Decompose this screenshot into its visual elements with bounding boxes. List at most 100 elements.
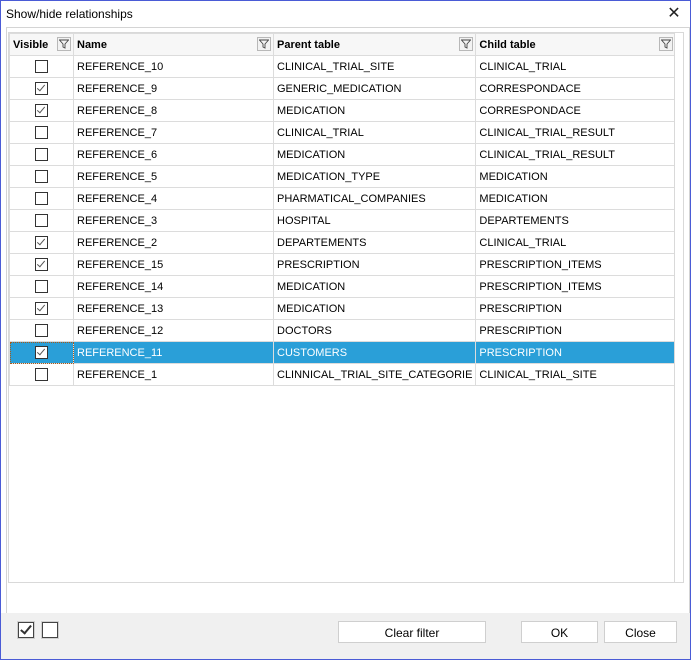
visible-checkbox[interactable] [35, 324, 48, 337]
parent-table-cell[interactable]: DOCTORS [272, 319, 477, 342]
parent-table-cell[interactable]: MEDICATION [272, 275, 477, 298]
child-table-cell[interactable]: MEDICATION [475, 165, 677, 188]
name-cell[interactable]: REFERENCE_5 [73, 165, 274, 188]
parent-table-cell[interactable]: GENERIC_MEDICATION [272, 77, 477, 100]
visible-checkbox[interactable] [35, 192, 48, 205]
visible-checkbox[interactable] [35, 258, 48, 271]
child-table-cell[interactable]: CLINICAL_TRIAL [475, 55, 677, 78]
column-header-visible[interactable]: Visible [9, 33, 74, 56]
column-header-name[interactable]: Name [73, 33, 274, 56]
filter-icon[interactable] [257, 37, 271, 51]
clear-filter-button[interactable]: Clear filter [338, 621, 486, 643]
name-cell[interactable]: REFERENCE_13 [73, 297, 274, 320]
parent-table-cell[interactable]: CLINICAL_TRIAL_SITE [272, 55, 477, 78]
visible-cell[interactable] [9, 55, 74, 78]
child-table-cell[interactable]: PRESCRIPTION [475, 341, 677, 364]
parent-table-cell[interactable]: MEDICATION [272, 143, 477, 166]
name-cell[interactable]: REFERENCE_1 [73, 363, 274, 386]
child-table-cell[interactable]: DEPARTEMENTS [475, 209, 677, 232]
child-table-cell[interactable]: CORRESPONDACE [475, 77, 677, 100]
visible-cell[interactable] [9, 253, 74, 276]
visible-cell[interactable] [9, 77, 74, 100]
visible-checkbox[interactable] [35, 148, 48, 161]
child-table-cell[interactable]: CLINICAL_TRIAL_RESULT [475, 143, 677, 166]
table-row[interactable]: REFERENCE_14 MEDICATION PRESCRIPTION_ITEMS [9, 275, 677, 298]
visible-checkbox[interactable] [35, 368, 48, 381]
name-cell[interactable]: REFERENCE_12 [73, 319, 274, 342]
child-table-cell[interactable]: CLINICAL_TRIAL_SITE [475, 363, 677, 386]
check-all-icon[interactable] [17, 621, 35, 639]
table-row[interactable]: REFERENCE_10 CLINICAL_TRIAL_SITE CLINICAL_… [9, 55, 677, 78]
name-cell[interactable]: REFERENCE_2 [73, 231, 274, 254]
visible-checkbox[interactable] [35, 214, 48, 227]
visible-cell[interactable] [9, 341, 74, 364]
parent-table-cell[interactable]: PHARMATICAL_COMPANIES [272, 187, 477, 210]
child-table-cell[interactable]: PRESCRIPTION [475, 319, 677, 342]
name-cell[interactable]: REFERENCE_9 [73, 77, 274, 100]
parent-table-cell[interactable]: PRESCRIPTION [272, 253, 477, 276]
parent-table-cell[interactable]: CLINICAL_TRIAL [272, 121, 477, 144]
visible-cell[interactable] [9, 165, 74, 188]
name-cell[interactable]: REFERENCE_15 [73, 253, 274, 276]
visible-cell[interactable] [9, 319, 74, 342]
name-cell[interactable]: REFERENCE_11 [73, 341, 274, 364]
visible-checkbox[interactable] [35, 280, 48, 293]
visible-checkbox[interactable] [35, 60, 48, 73]
table-row[interactable]: REFERENCE_3 HOSPITAL DEPARTEMENTS [9, 209, 677, 232]
parent-table-cell[interactable]: DEPARTEMENTS [272, 231, 477, 254]
parent-table-cell[interactable]: MEDICATION [272, 297, 477, 320]
table-row[interactable]: REFERENCE_8 MEDICATION CORRESPONDACE [9, 99, 677, 122]
child-table-cell[interactable]: CLINICAL_TRIAL [475, 231, 677, 254]
name-cell[interactable]: REFERENCE_4 [73, 187, 274, 210]
filter-icon[interactable] [57, 37, 71, 51]
visible-cell[interactable] [9, 99, 74, 122]
name-cell[interactable]: REFERENCE_14 [73, 275, 274, 298]
table-row[interactable]: REFERENCE_1 CLINNICAL_TRIAL_SITE_CATEGORI… [9, 363, 677, 386]
visible-cell[interactable] [9, 187, 74, 210]
child-table-cell[interactable]: CLINICAL_TRIAL_RESULT [475, 121, 677, 144]
visible-checkbox[interactable] [35, 126, 48, 139]
name-cell[interactable]: REFERENCE_7 [73, 121, 274, 144]
name-cell[interactable]: REFERENCE_8 [73, 99, 274, 122]
close-button[interactable]: Close [604, 621, 677, 643]
table-row[interactable]: REFERENCE_13 MEDICATION PRESCRIPTION [9, 297, 677, 320]
visible-cell[interactable] [9, 275, 74, 298]
child-table-cell[interactable]: PRESCRIPTION_ITEMS [475, 253, 677, 276]
name-cell[interactable]: REFERENCE_3 [73, 209, 274, 232]
visible-checkbox[interactable] [35, 104, 48, 117]
visible-cell[interactable] [9, 209, 74, 232]
child-table-cell[interactable]: PRESCRIPTION_ITEMS [475, 275, 677, 298]
table-row[interactable]: REFERENCE_5 MEDICATION_TYPE MEDICATION [9, 165, 677, 188]
visible-cell[interactable] [9, 297, 74, 320]
child-table-cell[interactable]: MEDICATION [475, 187, 677, 210]
child-table-cell[interactable]: CORRESPONDACE [475, 99, 677, 122]
parent-table-cell[interactable]: CUSTOMERS [272, 341, 477, 364]
table-row[interactable]: REFERENCE_15 PRESCRIPTION PRESCRIPTION_ITE… [9, 253, 677, 276]
visible-checkbox[interactable] [35, 346, 48, 359]
filter-icon[interactable] [659, 37, 674, 51]
parent-table-cell[interactable]: MEDICATION [272, 99, 477, 122]
column-header-child-table[interactable]: Child table [475, 33, 677, 56]
parent-table-cell[interactable]: MEDICATION_TYPE [272, 165, 477, 188]
uncheck-all-icon[interactable] [41, 621, 59, 639]
table-row[interactable]: REFERENCE_7 CLINICAL_TRIAL CLINICAL_TRIAL_… [9, 121, 677, 144]
name-cell[interactable]: REFERENCE_10 [73, 55, 274, 78]
visible-checkbox[interactable] [35, 236, 48, 249]
name-cell[interactable]: REFERENCE_6 [73, 143, 274, 166]
vertical-scrollbar[interactable] [674, 33, 683, 582]
close-icon[interactable]: ✕ [664, 4, 684, 24]
visible-checkbox[interactable] [35, 170, 48, 183]
visible-cell[interactable] [9, 231, 74, 254]
table-row[interactable]: REFERENCE_4 PHARMATICAL_COMPANIES MEDICATI… [9, 187, 677, 210]
table-row[interactable]: REFERENCE_2 DEPARTEMENTS CLINICAL_TRIAL [9, 231, 677, 254]
filter-icon[interactable] [459, 37, 474, 51]
child-table-cell[interactable]: PRESCRIPTION [475, 297, 677, 320]
parent-table-cell[interactable]: HOSPITAL [272, 209, 477, 232]
visible-checkbox[interactable] [35, 82, 48, 95]
ok-button[interactable]: OK [521, 621, 598, 643]
table-row[interactable]: REFERENCE_9 GENERIC_MEDICATION CORRESPONDA… [9, 77, 677, 100]
table-row[interactable]: REFERENCE_12 DOCTORS PRESCRIPTION [9, 319, 677, 342]
visible-cell[interactable] [9, 363, 74, 386]
column-header-parent-table[interactable]: Parent table [272, 33, 477, 56]
visible-checkbox[interactable] [35, 302, 48, 315]
